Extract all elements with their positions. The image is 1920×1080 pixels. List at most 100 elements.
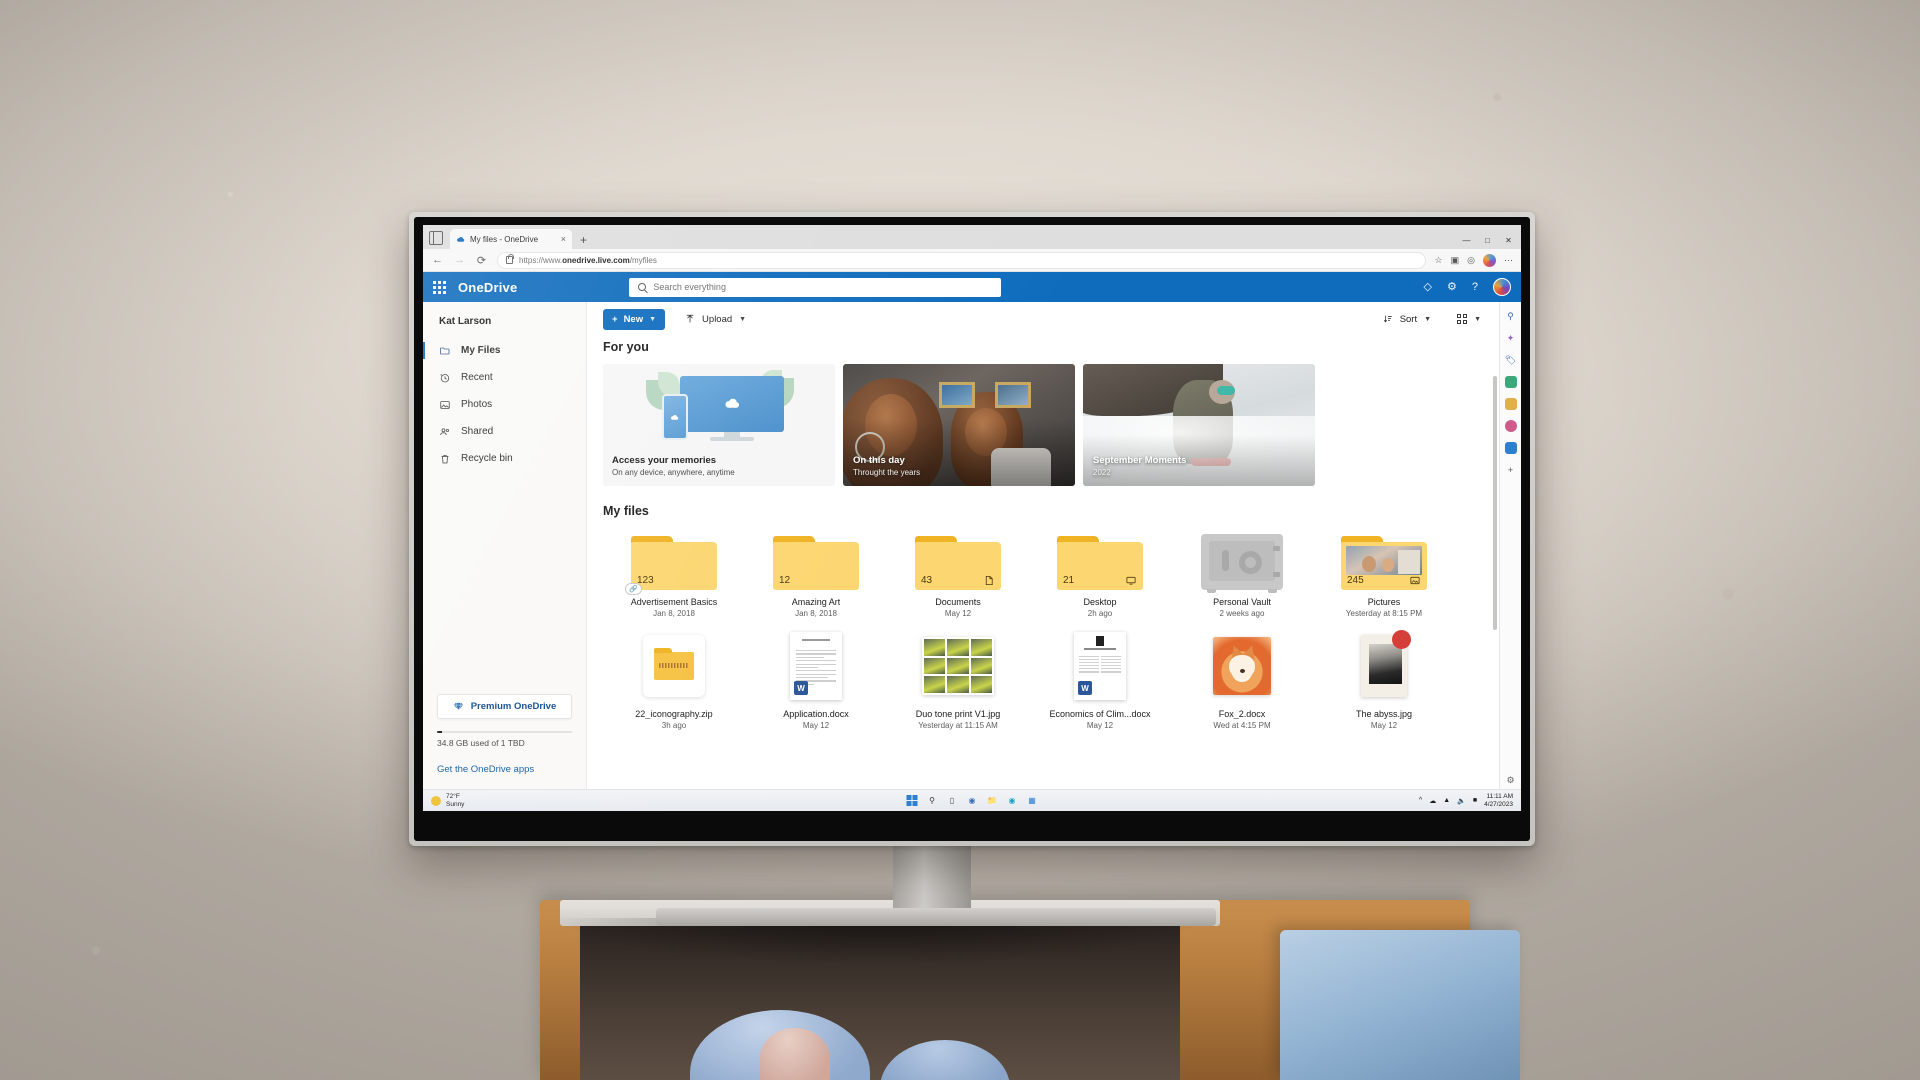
doc-heading-line (802, 639, 830, 641)
tools-icon[interactable] (1504, 376, 1517, 388)
user-avatar[interactable] (1493, 278, 1511, 296)
minimize-button[interactable]: — (1456, 231, 1477, 249)
copilot-icon[interactable]: ✦ (1505, 332, 1517, 344)
task-view-icon[interactable]: ▯ (947, 795, 958, 806)
folder-tile[interactable]: 21 Desktop 2h ago (1029, 528, 1171, 618)
tab-sidebar-toggle-icon[interactable] (429, 231, 443, 245)
settings-menu-icon[interactable]: ⋯ (1504, 255, 1513, 266)
for-you-card-september-moments[interactable]: September Moments 2022 (1083, 364, 1315, 486)
battery-icon[interactable]: ■ (1473, 797, 1477, 804)
shopping-tag-icon[interactable]: 🏷 (1505, 354, 1517, 366)
monitor-base-illustration (710, 437, 754, 442)
close-window-button[interactable]: ✕ (1498, 231, 1519, 249)
taskbar-clock[interactable]: 11:11 AM 4/27/2023 (1484, 793, 1513, 809)
device-illustration (603, 364, 835, 449)
premium-onedrive-button[interactable]: Premium OneDrive (437, 693, 572, 719)
volume-icon[interactable]: 🔈 (1457, 797, 1466, 805)
sidebar-item-label: Photos (461, 399, 493, 410)
games-icon[interactable] (1504, 398, 1517, 410)
for-you-card-on-this-day[interactable]: On this day Throught the years (843, 364, 1075, 486)
upload-button-label: Upload (702, 313, 733, 325)
folder-tile[interactable]: 123 🔗 Advertisement Basics Jan 8, 2018 (603, 528, 745, 618)
chevron-down-icon: ▼ (739, 315, 747, 323)
chevron-up-icon[interactable]: ^ (1419, 797, 1422, 804)
vault-hinge-bottom (1273, 572, 1280, 577)
address-bar-actions: ☆ ▣ ◎ ⋯ (1435, 253, 1513, 267)
diamond-premium-icon[interactable]: ◇ (1424, 281, 1432, 293)
browser-profile-avatar[interactable] (1483, 253, 1496, 267)
file-tile[interactable]: W Application.docx May 12 (745, 630, 887, 730)
onedrive-tray-icon[interactable]: ☁ (1429, 797, 1436, 805)
taskbar-weather-widget[interactable]: 72°F Sunny (431, 793, 464, 808)
file-tile[interactable]: The abyss.jpg May 12 (1313, 630, 1455, 730)
sort-button[interactable]: Sort ▼ (1379, 309, 1435, 330)
search-input[interactable]: Search everything (629, 277, 1002, 297)
for-you-card-access-memories[interactable]: Access your memories On any device, anyw… (603, 364, 835, 486)
widgets-icon[interactable]: ◉ (967, 795, 978, 806)
outlook-icon[interactable] (1504, 442, 1517, 454)
file-explorer-icon[interactable]: 📁 (987, 795, 998, 806)
lock-icon (506, 254, 515, 264)
folder-tile[interactable]: 12 Amazing Art Jan 8, 2018 (745, 528, 887, 618)
file-tile[interactable]: Duo tone print V1.jpg Yesterday at 11:15… (887, 630, 1029, 730)
app-launcher-waffle-icon[interactable] (433, 280, 446, 294)
url-input[interactable]: https://www.onedrive.live.com/myfiles (497, 251, 1426, 269)
pink-decor-object (760, 1028, 830, 1080)
monitor-illustration (680, 376, 784, 433)
start-windows-icon[interactable] (906, 795, 918, 806)
file-tile[interactable]: W Economics of Clim...docx May 12 (1029, 630, 1171, 730)
onedrive-brand-label[interactable]: OneDrive (458, 280, 517, 295)
help-question-icon[interactable]: ? (1472, 281, 1478, 293)
storage-bar-track (437, 730, 572, 733)
clock-time: 11:11 AM (1486, 792, 1514, 800)
browser-tab[interactable]: My files - OneDrive × (450, 229, 572, 249)
customize-rail-icon[interactable]: ⚙ (1505, 775, 1517, 789)
card-text-block: On this day Throught the years (853, 455, 920, 477)
back-icon[interactable]: ← (431, 254, 444, 266)
view-options-button[interactable]: ▼ (1453, 309, 1485, 330)
word-app-badge: W (794, 681, 808, 695)
phone-illustration (662, 394, 688, 441)
sidebar-item-shared[interactable]: Shared (423, 418, 586, 445)
folder-tile[interactable]: Personal Vault 2 weeks ago (1171, 528, 1313, 618)
sidebar-item-recycle-bin[interactable]: Recycle bin (423, 445, 586, 472)
new-tab-button[interactable]: + (575, 234, 592, 246)
computer-monitor: My files - OneDrive × + — □ ✕ ← → ⟳ http… (409, 212, 1535, 846)
collections-icon[interactable]: ▣ (1451, 255, 1460, 266)
forward-icon[interactable]: → (453, 254, 466, 266)
content-scrollbar[interactable] (1493, 376, 1497, 785)
folder-tile[interactable]: 245 Pictures Yesterday at 8:15 PM (1313, 528, 1455, 618)
scrollbar-thumb[interactable] (1493, 376, 1497, 630)
office-icon[interactable] (1504, 420, 1517, 432)
upload-button[interactable]: Upload ▼ (681, 309, 750, 330)
card-title: Access your memories (612, 455, 717, 466)
add-site-icon[interactable]: + (1505, 464, 1517, 476)
edge-browser-icon[interactable]: ◉ (1007, 795, 1018, 806)
settings-gear-icon[interactable]: ⚙ (1447, 281, 1457, 293)
get-onedrive-apps-link[interactable]: Get the OneDrive apps (423, 748, 586, 789)
device-illustration-art (644, 370, 794, 444)
sidebar-item-my-files[interactable]: My Files (423, 337, 586, 364)
content-scroll-region[interactable]: For you Access your memories On any devi… (587, 336, 1499, 789)
onedrive-app: OneDrive Search everything ◇ ⚙ ? Kat Lar… (423, 272, 1521, 789)
maximize-button[interactable]: □ (1477, 231, 1498, 249)
tab-close-icon[interactable]: × (561, 234, 566, 244)
folder-tile[interactable]: 43 Documents May 12 (887, 528, 1029, 618)
sidebar-item-photos[interactable]: Photos (423, 391, 586, 418)
sidebar-item-recent[interactable]: Recent (423, 364, 586, 391)
search-icon[interactable]: ⚲ (1505, 310, 1517, 322)
chevron-down-icon: ▼ (1424, 315, 1432, 323)
file-date: May 12 (1086, 721, 1114, 730)
network-icon[interactable]: ▲ (1443, 797, 1450, 804)
browser-essentials-icon[interactable]: ◎ (1467, 255, 1475, 266)
file-tile[interactable]: Fox_2.docx Wed at 4:15 PM (1171, 630, 1313, 730)
new-button[interactable]: + New ▼ (603, 308, 666, 330)
folder-item-count: 21 (1063, 575, 1075, 586)
reload-icon[interactable]: ⟳ (475, 254, 488, 267)
file-tile[interactable]: 22_iconography.zip 3h ago (603, 630, 745, 730)
search-icon[interactable]: ⚲ (927, 795, 938, 806)
favorites-icon[interactable]: ☆ (1435, 255, 1443, 266)
folder-name: Documents (935, 597, 981, 607)
store-icon[interactable]: ▦ (1027, 795, 1038, 806)
zip-folder-glyph (654, 648, 694, 680)
